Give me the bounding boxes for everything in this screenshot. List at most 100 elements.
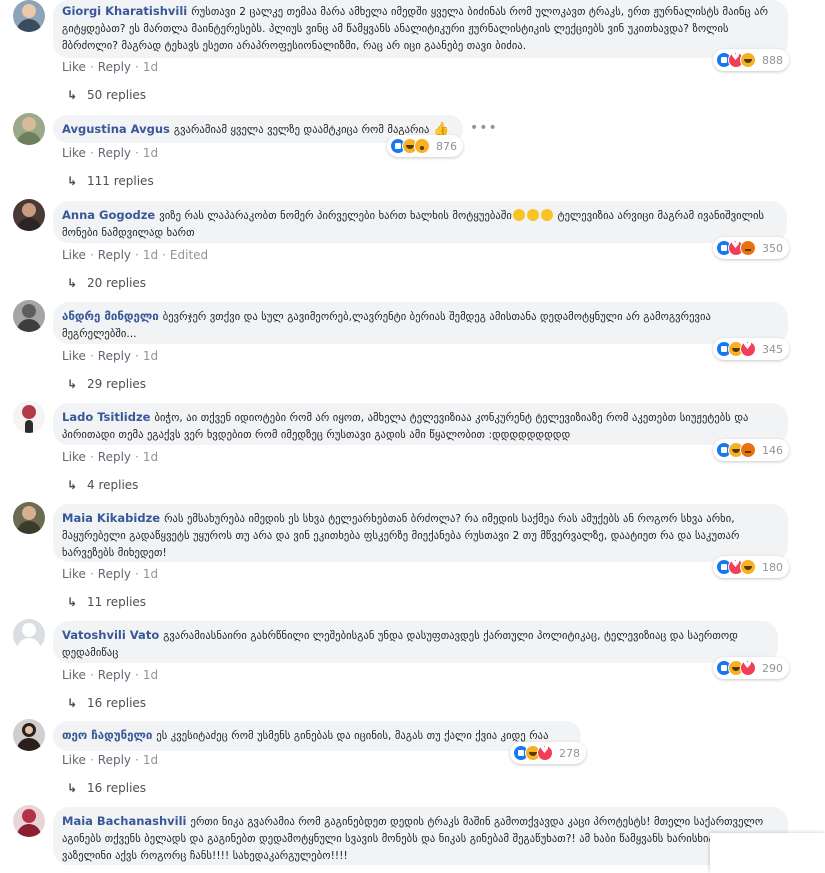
comment-author[interactable]: Giorgi Kharatishvili	[62, 4, 187, 18]
reactions-summary[interactable]: 888	[713, 49, 789, 71]
comment-text: ბიჭო, აი თქვენ იდიოტები რომ არ იყოთ, ამხ…	[62, 412, 749, 441]
avatar[interactable]	[13, 199, 45, 231]
view-replies-link[interactable]: ↳ 16 replies	[67, 781, 146, 795]
comment-time[interactable]: 1d	[143, 668, 158, 682]
sad-reaction-icon	[414, 138, 430, 154]
comment-time[interactable]: 1d	[143, 753, 158, 767]
like-link[interactable]: Like	[62, 146, 86, 160]
laughing-emoji-icon	[526, 209, 539, 221]
reaction-count: 345	[762, 342, 783, 356]
view-replies-link[interactable]: ↳ 20 replies	[67, 276, 146, 290]
reply-arrow-icon: ↳	[67, 478, 78, 492]
comment-author[interactable]: Maia Kikabidze	[62, 511, 160, 525]
avatar[interactable]	[13, 719, 45, 751]
avatar[interactable]	[13, 300, 45, 332]
reaction-count: 290	[762, 661, 783, 675]
reply-arrow-icon: ↳	[67, 276, 78, 290]
comment-time[interactable]: 1d	[143, 349, 158, 363]
reply-link[interactable]: Reply	[98, 450, 131, 464]
like-link[interactable]: Like	[62, 60, 86, 74]
reaction-count: 876	[436, 139, 457, 153]
love-reaction-icon	[537, 745, 553, 761]
reply-link[interactable]: Reply	[98, 567, 131, 581]
comment-author[interactable]: Lado Tsitlidze	[62, 410, 150, 424]
comment-author[interactable]: Avgustina Avgus	[62, 122, 170, 136]
reply-link[interactable]: Reply	[98, 146, 131, 160]
reactions-summary[interactable]: 146	[713, 439, 789, 461]
reaction-count: 146	[762, 443, 783, 457]
angry-reaction-icon	[740, 442, 756, 458]
reactions-summary[interactable]: 290	[713, 657, 789, 679]
comment-bubble: Lado Tsitlidze ბიჭო, აი თქვენ იდიოტები რო…	[53, 403, 788, 445]
reactions-summary[interactable]: 350	[713, 237, 789, 259]
reply-arrow-icon: ↳	[67, 696, 78, 710]
comment-text: გვარამიასნაირი გახრწნილი ლეშებისგან უნდა…	[62, 630, 738, 659]
like-link[interactable]: Like	[62, 248, 86, 262]
comment-time[interactable]: 1d	[143, 60, 158, 74]
comment-author[interactable]: Maia Bachanashvili	[62, 814, 187, 828]
view-replies-link[interactable]: ↳ 16 replies	[67, 696, 146, 710]
avatar[interactable]	[13, 805, 45, 837]
reactions-summary[interactable]: 278	[510, 742, 586, 764]
reaction-count: 180	[762, 560, 783, 574]
comment-author[interactable]: ანდრე მინდელი	[62, 309, 159, 323]
avatar[interactable]	[13, 113, 45, 145]
comment-author[interactable]: თეო ჩადუნელი	[62, 728, 152, 742]
reactions-summary[interactable]: 876	[387, 135, 463, 157]
laughing-emoji-icon	[512, 209, 525, 221]
comment-time[interactable]: 1d	[143, 567, 158, 581]
view-replies-link[interactable]: ↳ 4 replies	[67, 478, 138, 492]
comment-author[interactable]: Anna Gogodze	[62, 208, 155, 222]
comment-time[interactable]: 1d	[143, 146, 158, 160]
reply-arrow-icon: ↳	[67, 781, 78, 795]
view-replies-link[interactable]: ↳ 29 replies	[67, 377, 146, 391]
reactions-summary[interactable]: 345	[713, 338, 789, 360]
comment-bubble: Maia Bachanashvili ერთი ნიკა გვარამია რომ…	[53, 807, 788, 865]
comment-text: გვარამიამ ყველა ველზე დაამტკიცა რომ მაგა…	[173, 124, 430, 136]
comment-time[interactable]: 1d	[143, 450, 158, 464]
like-link[interactable]: Like	[62, 753, 86, 767]
reaction-count: 350	[762, 241, 783, 255]
overlay-panel	[710, 833, 825, 873]
comment-text: რას ემსახურება იმედის ეს სხვა ტელეარხებთ…	[62, 513, 740, 559]
haha-reaction-icon	[740, 52, 756, 68]
reply-link[interactable]: Reply	[98, 248, 131, 262]
reply-arrow-icon: ↳	[67, 377, 78, 391]
comment-bubble: თეო ჩადუნელი ეს კვესიტაძეც რომ უსმენს გინ…	[53, 721, 581, 751]
reactions-summary[interactable]: 180	[713, 556, 789, 578]
comment-text: ბევრჯერ ვთქვი და სულ გავიმეორებ,ლავრენტი…	[62, 311, 711, 340]
like-link[interactable]: Like	[62, 567, 86, 581]
comment-text: ვიზე რას ლაპარაკობთ ნომერ პირველები ხართ…	[159, 210, 512, 222]
reply-link[interactable]: Reply	[98, 349, 131, 363]
comment-bubble: Maia Kikabidze რას ემსახურება იმედის ეს ს…	[53, 504, 788, 562]
reply-arrow-icon: ↳	[67, 595, 78, 609]
view-replies-link[interactable]: ↳ 50 replies	[67, 88, 146, 102]
reaction-count: 888	[762, 53, 783, 67]
avatar[interactable]	[13, 401, 45, 433]
angry-reaction-icon	[740, 240, 756, 256]
view-replies-link[interactable]: ↳ 11 replies	[67, 595, 146, 609]
reply-arrow-icon: ↳	[67, 174, 78, 188]
love-reaction-icon	[740, 341, 756, 357]
comment-bubble: Giorgi Kharatishvili რუსთავი 2 ცალკე თემა…	[53, 0, 788, 58]
reply-link[interactable]: Reply	[98, 668, 131, 682]
reply-link[interactable]: Reply	[98, 753, 131, 767]
comment-bubble: ანდრე მინდელი ბევრჯერ ვთქვი და სულ გავიმე…	[53, 302, 788, 344]
like-link[interactable]: Like	[62, 668, 86, 682]
laughing-emoji-icon	[540, 209, 553, 221]
like-link[interactable]: Like	[62, 450, 86, 464]
view-replies-link[interactable]: ↳ 111 replies	[67, 174, 154, 188]
edited-label[interactable]: Edited	[170, 248, 208, 262]
avatar[interactable]	[13, 0, 45, 32]
comment-time[interactable]: 1d	[143, 248, 158, 262]
haha-reaction-icon	[740, 559, 756, 575]
comment-author[interactable]: Vatoshvili Vato	[62, 628, 159, 642]
avatar[interactable]	[13, 619, 45, 651]
more-options-icon[interactable]: •••	[470, 120, 498, 136]
like-link[interactable]: Like	[62, 349, 86, 363]
love-reaction-icon	[740, 660, 756, 676]
comment-text: ეს კვესიტაძეც რომ უსმენს გინებას და იცინ…	[156, 730, 549, 742]
avatar[interactable]	[13, 502, 45, 534]
reply-link[interactable]: Reply	[98, 60, 131, 74]
comment-bubble: Anna Gogodze ვიზე რას ლაპარაკობთ ნომერ პი…	[53, 201, 787, 243]
